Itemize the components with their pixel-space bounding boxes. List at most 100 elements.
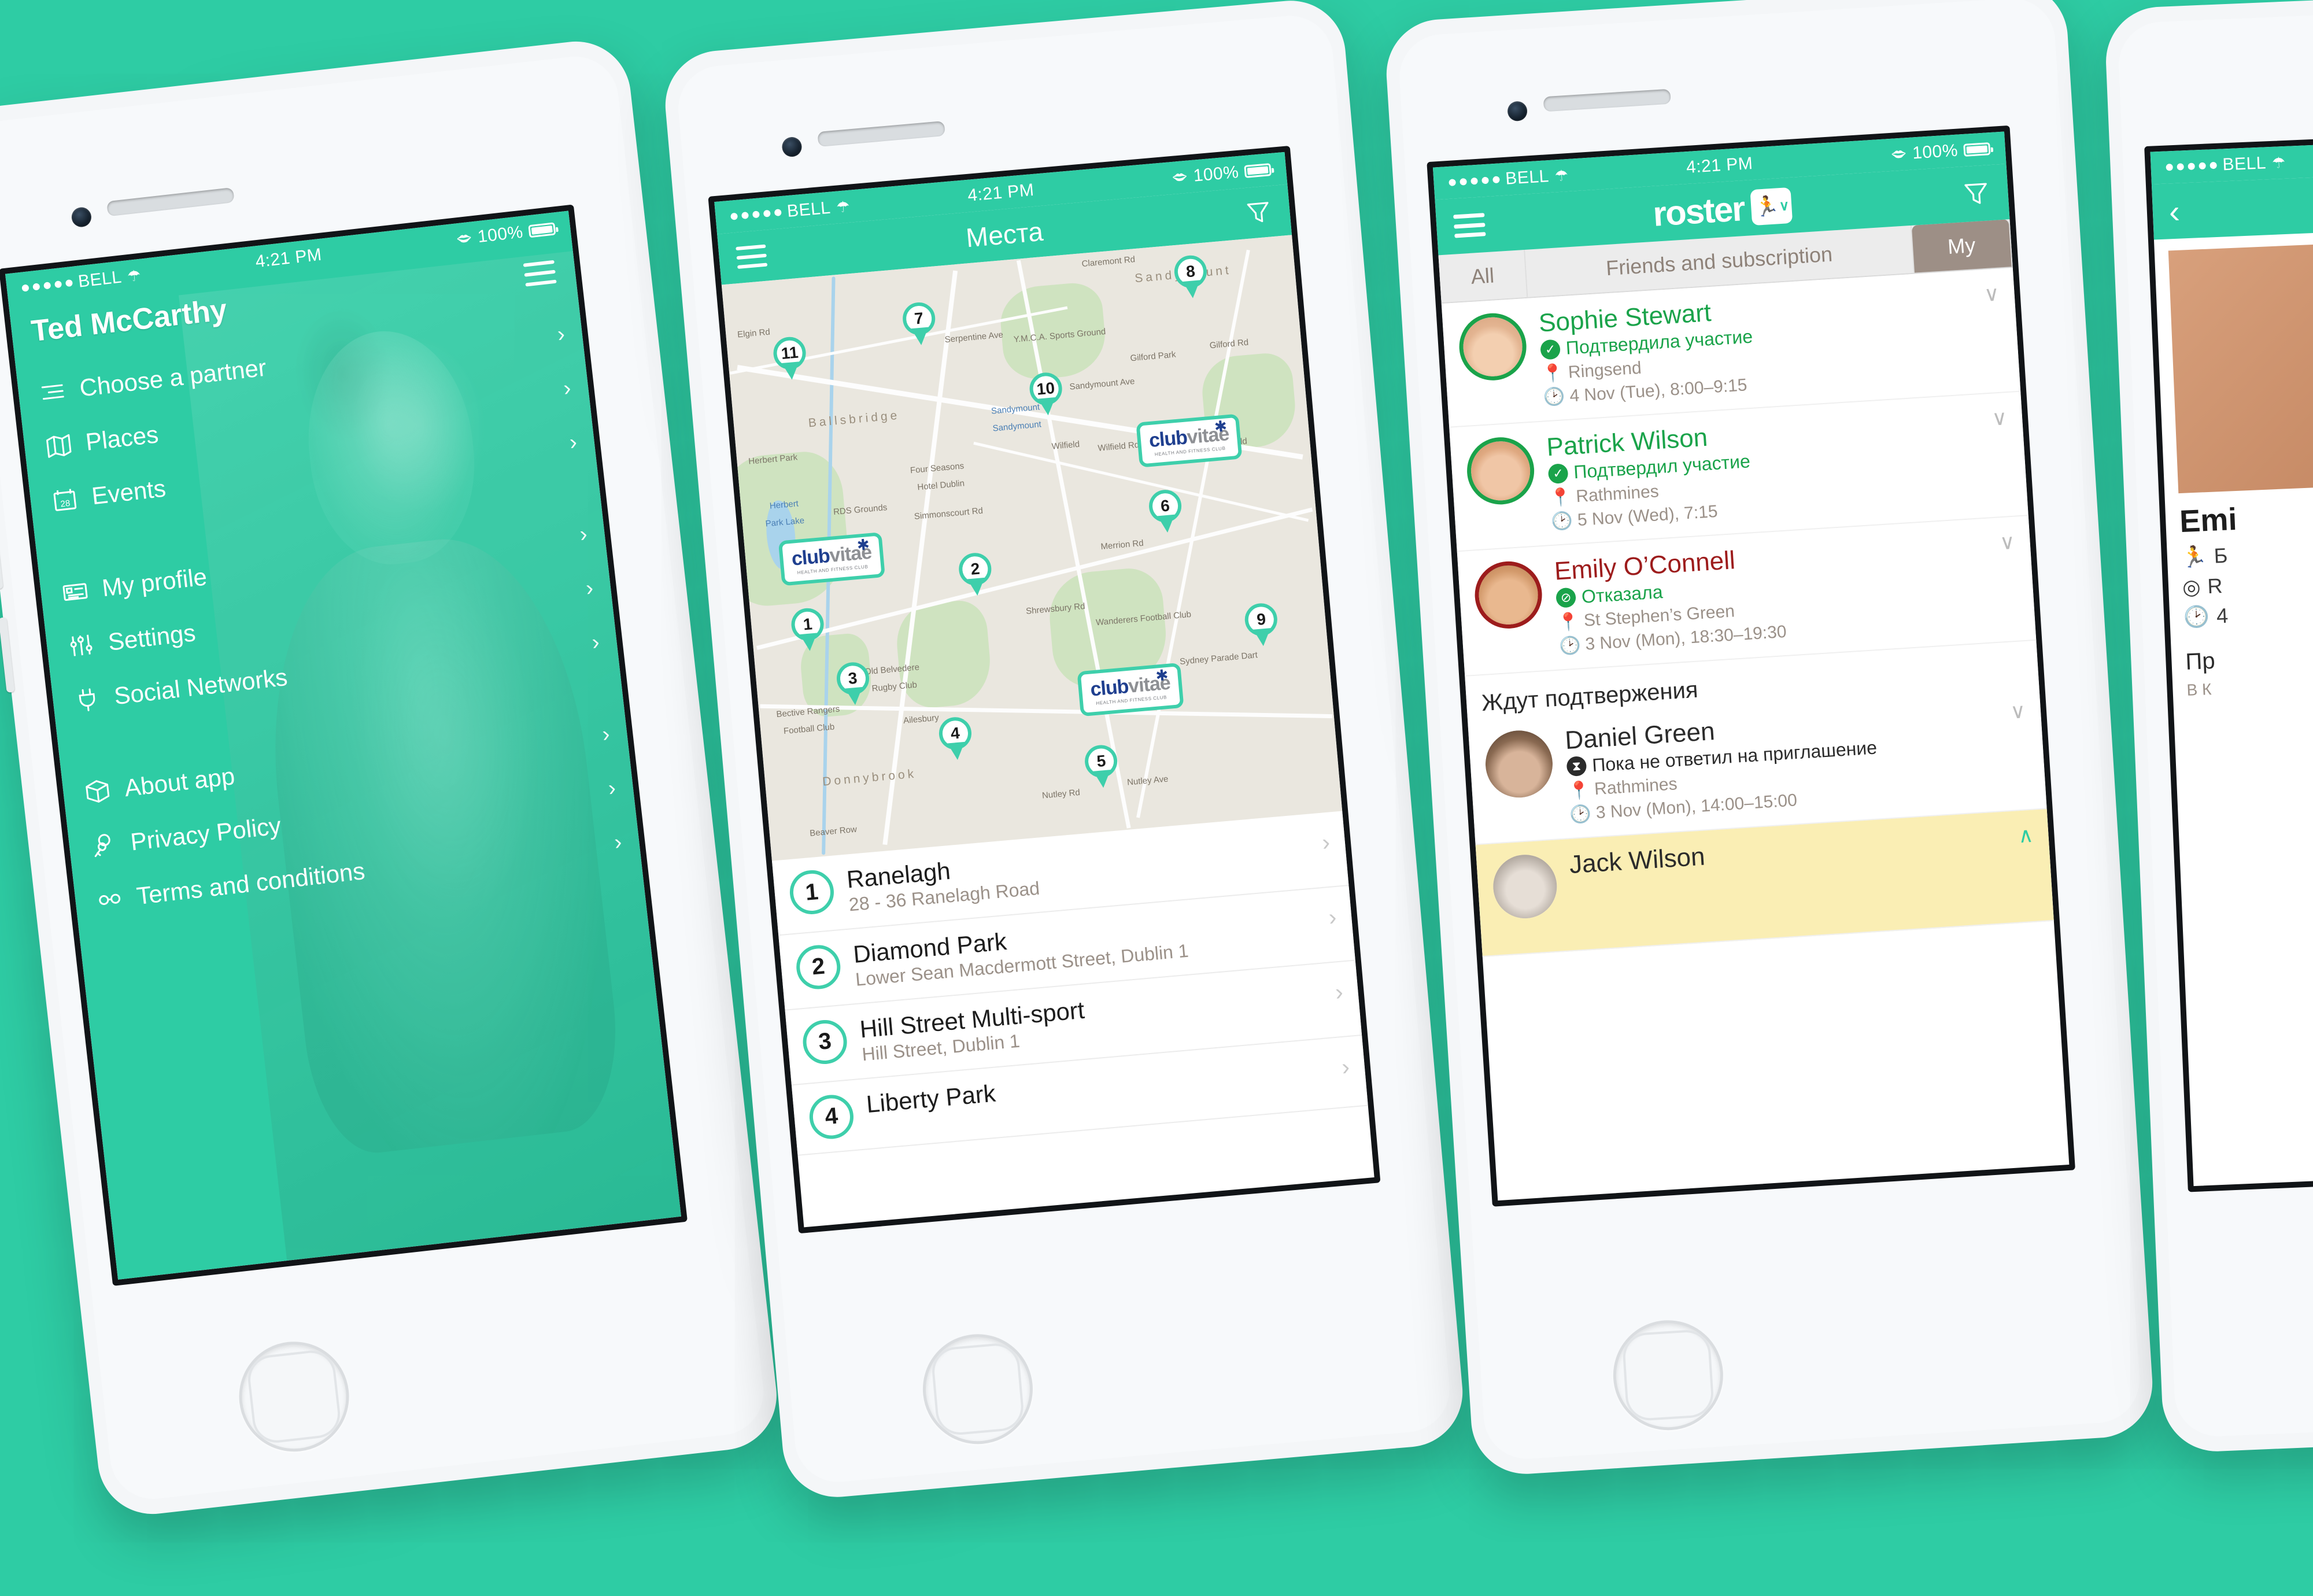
map-marker-pin[interactable]: 1 xyxy=(790,607,826,652)
status-right-area: 🗢 100% xyxy=(456,219,556,249)
hamburger-icon[interactable] xyxy=(736,244,768,269)
blocked-circle-icon: ⊘ xyxy=(1555,587,1577,608)
map-marker-tail xyxy=(947,741,966,761)
place-number-badge: 4 xyxy=(807,1093,856,1141)
chevron-down-icon[interactable]: ∨ xyxy=(1999,530,2016,555)
map-marker-tail xyxy=(967,577,986,597)
map-marker-pin[interactable]: 5 xyxy=(1084,744,1119,789)
keys-icon xyxy=(88,829,120,861)
chevron-left-icon[interactable]: ‹ xyxy=(2168,192,2181,230)
map-marker-pin[interactable]: 3 xyxy=(835,661,871,706)
sidebar-item-label: Choose a partner xyxy=(78,353,268,402)
tab-all[interactable]: All xyxy=(1438,249,1528,303)
tab-my[interactable]: My xyxy=(1911,219,2013,273)
chevron-up-icon[interactable]: ∧ xyxy=(2018,822,2034,848)
signal-strength-dots xyxy=(1449,176,1500,186)
roster-row-text: Sophie Stewart ✓ Подтвердила участие 📍 R… xyxy=(1538,297,1757,408)
plug-icon xyxy=(71,684,103,715)
bluetooth-icon: 🗢 xyxy=(1171,168,1189,187)
chevron-right-icon: › xyxy=(1340,1054,1351,1080)
filter-funnel-icon[interactable] xyxy=(1961,178,1991,209)
map-marker-tail xyxy=(845,687,864,706)
wifi-icon: ☂ xyxy=(2271,153,2286,172)
bluetooth-icon: 🗢 xyxy=(1890,145,1908,164)
clubvitae-map-card[interactable]: ✱ clubvitae HEALTH AND FITNESS CLUB xyxy=(778,532,885,586)
sidebar-item-label: Settings xyxy=(106,619,197,656)
battery-icon xyxy=(1963,142,1991,157)
app-logo: roster 🏃 ∨ xyxy=(1651,185,1793,234)
status-right-area: 🗢 100% xyxy=(1890,139,1991,165)
map-marker-tail xyxy=(800,633,819,652)
clock-icon: 🕑 xyxy=(1543,387,1566,408)
chevron-right-icon: › xyxy=(562,375,572,401)
screenshot-canvas: BELL ☂ 4:21 PM 🗢 100% Ted McCarthy Choos… xyxy=(0,0,2313,1596)
chevron-right-icon: › xyxy=(613,829,623,855)
location-pin-icon: 📍 xyxy=(1549,487,1572,508)
chevron-right-icon: › xyxy=(556,322,566,347)
map-marker-pin[interactable]: 8 xyxy=(1173,254,1209,299)
sidebar-item-label: My profile xyxy=(100,563,209,602)
place-number-badge: 1 xyxy=(788,868,836,917)
signal-strength-dots xyxy=(730,209,782,220)
map-marker-tail xyxy=(1037,397,1057,416)
hamburger-icon[interactable] xyxy=(523,260,557,287)
list-lines-icon xyxy=(37,375,69,407)
avatar xyxy=(1457,311,1529,383)
phone-device-menu: BELL ☂ 4:21 PM 🗢 100% Ted McCarthy Choos… xyxy=(0,35,782,1520)
menu-group-account: My profile › Settings › Social Networks … xyxy=(38,505,619,730)
chevron-down-icon: ∨ xyxy=(1778,197,1789,214)
wifi-icon: ☂ xyxy=(126,266,142,286)
map-marker-pin[interactable]: 10 xyxy=(1028,371,1064,416)
map-marker-pin[interactable]: 9 xyxy=(1243,602,1280,647)
clubvitae-map-card[interactable]: ✱ clubvitae HEALTH AND FITNESS CLUB xyxy=(1077,662,1184,717)
map-marker-tail xyxy=(911,327,930,346)
location-pin-icon: 📍 xyxy=(1568,780,1591,801)
chevron-down-icon[interactable]: ∨ xyxy=(2009,699,2026,724)
map-marker-pin[interactable]: 4 xyxy=(937,715,974,761)
status-signal-area: BELL ☂ xyxy=(2166,153,2286,178)
sidebar-item-label: Terms and conditions xyxy=(135,857,367,910)
wifi-icon: ☂ xyxy=(1554,166,1569,185)
detail-activity-label: Б xyxy=(2213,543,2229,568)
status-badge: Отказала xyxy=(1580,581,1664,607)
phone1-volume-down-button[interactable] xyxy=(0,617,15,693)
chevron-right-icon: › xyxy=(590,629,601,655)
places-map[interactable]: SandymountBallsbridgeDonnybrookClaremont… xyxy=(721,235,1343,861)
map-marker-pin[interactable]: 7 xyxy=(901,301,937,346)
map-marker-pin[interactable]: 6 xyxy=(1147,488,1184,534)
check-circle-icon: ✓ xyxy=(1547,463,1569,484)
phone-device-map: BELL ☂ 4:21 PM 🗢 100% Места Ballsbridge … xyxy=(660,0,1468,1502)
battery-percent-label: 100% xyxy=(1912,141,1959,163)
battery-icon xyxy=(1244,163,1272,178)
star-icon: ✱ xyxy=(1213,417,1228,436)
filter-funnel-icon[interactable] xyxy=(1243,197,1273,227)
map-marker-tail xyxy=(782,361,801,380)
map-marker-pin[interactable]: 11 xyxy=(772,335,808,380)
sidebar-item-label: About app xyxy=(123,762,237,802)
phone1-volume-up-button[interactable] xyxy=(0,513,3,590)
chevron-down-icon[interactable]: ∨ xyxy=(1983,282,2000,307)
clubvitae-map-card[interactable]: ✱ clubvitae HEALTH AND FITNESS CLUB xyxy=(1136,413,1243,468)
clock-icon: 🕑 xyxy=(1550,511,1574,532)
avatar-image xyxy=(1491,852,1559,921)
avatar xyxy=(1473,559,1545,631)
id-card-icon xyxy=(59,575,91,607)
chevron-down-icon[interactable]: ∨ xyxy=(1991,405,2008,431)
carrier-label: BELL xyxy=(77,267,123,291)
avatar xyxy=(1491,852,1559,921)
map-marker-tail xyxy=(1253,628,1273,647)
detail-time-label: 4 xyxy=(2216,603,2229,628)
map-marker-pin[interactable]: 2 xyxy=(958,551,993,597)
phone-device-roster: BELL ☂ 4:21 PM 🗢 100% roster 🏃 ∨ All Fri… xyxy=(1383,0,2156,1477)
hamburger-icon[interactable] xyxy=(1453,213,1486,238)
place-name: Liberty Park xyxy=(865,1079,997,1118)
carrier-label: BELL xyxy=(1505,167,1550,189)
map-marker-tail xyxy=(1157,514,1176,534)
phone1-menu-background: BELL ☂ 4:21 PM 🗢 100% Ted McCarthy Choos… xyxy=(5,210,688,1280)
battery-percent-label: 100% xyxy=(476,222,524,247)
place-number-badge: 2 xyxy=(795,943,843,991)
activity-selector-button[interactable]: 🏃 ∨ xyxy=(1750,187,1793,226)
phone3-screen: BELL ☂ 4:21 PM 🗢 100% roster 🏃 ∨ All Fri… xyxy=(1427,125,2075,1207)
carrier-label: BELL xyxy=(786,198,832,221)
detail-location-label: R xyxy=(2207,574,2223,598)
